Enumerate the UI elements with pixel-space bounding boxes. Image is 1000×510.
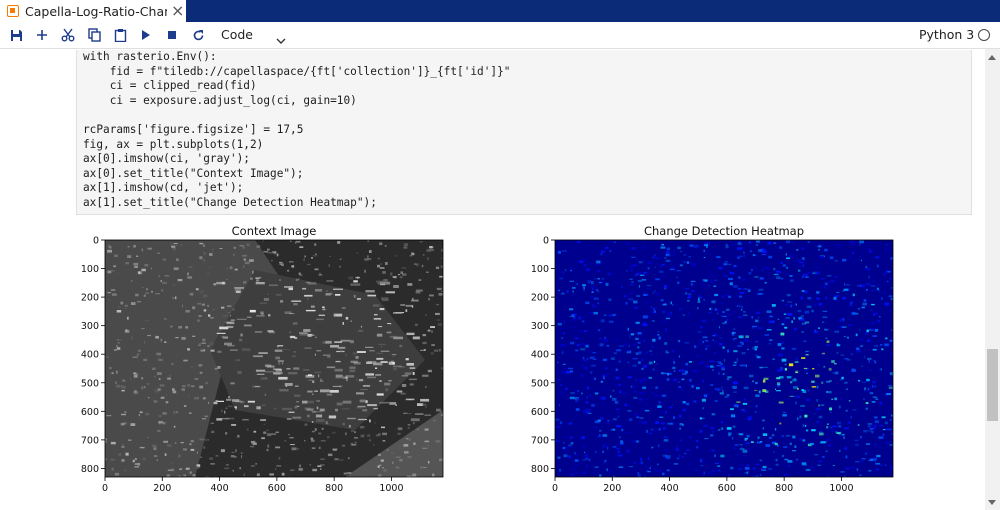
code-line: ax[0].imshow(ci, 'gray'); [83, 152, 250, 166]
kernel-status-icon [978, 29, 990, 41]
x-tick-label: 400 [211, 483, 229, 494]
subplot-change-heatmap: Change Detection Heatmap 0 200 400 600 800 100… [531, 224, 894, 494]
y-tick-label: 100 [531, 264, 549, 275]
notebook-tab[interactable]: Capella-Log-Ratio-Change × [0, 0, 186, 22]
paste-icon[interactable] [111, 26, 129, 44]
code-line: ci = clipped_read(fid) [83, 79, 257, 93]
subplot-context-image: Context Image 0 200 400 600 800 1000 0 100 200 300… [81, 224, 444, 494]
code-line: ax[1].imshow(cd, 'jet'); [83, 181, 244, 195]
y-tick-label: 0 [93, 236, 99, 247]
x-tick-label: 600 [718, 483, 736, 494]
restart-icon[interactable] [189, 26, 207, 44]
add-cell-icon[interactable] [33, 26, 51, 44]
y-tick-label: 600 [531, 407, 549, 418]
chevron-down-icon[interactable] [276, 30, 286, 49]
code-line: fid = f"tiledb://capellaspace/{ft['colle… [83, 64, 511, 78]
y-tick-label: 100 [81, 264, 99, 275]
x-tick-label: 0 [102, 483, 108, 494]
scroll-up-icon[interactable] [988, 55, 996, 60]
kernel-name[interactable]: Python 3 [919, 27, 974, 42]
stop-icon[interactable] [163, 26, 181, 44]
y-tick-label: 400 [81, 350, 99, 361]
x-tick-label: 0 [552, 483, 558, 494]
x-tick-label: 200 [603, 483, 621, 494]
notebook-icon [7, 5, 19, 17]
code-editor[interactable]: with rasterio.Env(): fid = f"tiledb://ca… [83, 50, 510, 211]
scroll-thumb[interactable] [987, 349, 998, 421]
code-line: fig, ax = plt.subplots(1,2) [83, 137, 264, 151]
code-line: ax[0].set_title("Context Image"); [83, 166, 304, 180]
x-tick-label: 800 [775, 483, 793, 494]
image-raster [105, 240, 443, 477]
code-line: ci = exposure.adjust_log(ci, gain=10) [83, 93, 357, 107]
code-line: with rasterio.Env(): [83, 50, 217, 63]
y-tick-label: 500 [531, 378, 549, 389]
y-tick-label: 300 [531, 321, 549, 332]
notebook-toolbar: Code Python 3 [0, 22, 1000, 49]
y-tick-label: 700 [81, 435, 99, 446]
y-tick-label: 200 [81, 293, 99, 304]
scrollbar[interactable] [985, 49, 1000, 510]
close-tab-icon[interactable]: × [171, 3, 184, 19]
scroll-down-icon[interactable] [988, 500, 996, 505]
notebook-window: Capella-Log-Ratio-Change × Code [0, 0, 1000, 510]
code-cell[interactable]: with rasterio.Env(): fid = f"tiledb://ca… [76, 50, 972, 215]
y-tick-label: 600 [81, 407, 99, 418]
x-tick-label: 1000 [379, 483, 403, 494]
figure: Context Image0 200 400 600 800 10000100200300… [81, 224, 894, 494]
x-tick-label: 800 [325, 483, 343, 494]
subplot-title: Context Image [232, 224, 317, 238]
y-tick-label: 0 [543, 236, 549, 247]
cut-icon[interactable] [59, 26, 77, 44]
y-tick-label: 800 [81, 464, 99, 475]
y-tick-label: 800 [531, 464, 549, 475]
image-raster [555, 240, 893, 477]
cell-type-select[interactable]: Code [221, 27, 253, 42]
run-icon[interactable] [137, 26, 155, 44]
x-tick-label: 200 [153, 483, 171, 494]
copy-icon[interactable] [85, 26, 103, 44]
x-tick-label: 600 [268, 483, 286, 494]
x-tick-label: 400 [661, 483, 679, 494]
y-tick-label: 500 [81, 378, 99, 389]
y-tick-label: 400 [531, 350, 549, 361]
subplot-title: Change Detection Heatmap [644, 224, 804, 238]
x-tick-label: 1000 [829, 483, 853, 494]
code-line: ax[1].set_title("Change Detection Heatma… [83, 195, 377, 209]
tab-bar: Capella-Log-Ratio-Change × [0, 0, 1000, 22]
y-tick-label: 300 [81, 321, 99, 332]
save-icon[interactable] [7, 26, 25, 44]
cell-output: Context Image 0 200 400 600 800 1000 0 100 200 300… [0, 218, 985, 510]
y-tick-label: 700 [531, 435, 549, 446]
tab-title: Capella-Log-Ratio-Change [25, 3, 167, 19]
y-tick-label: 200 [531, 293, 549, 304]
code-line: rcParams['figure.figsize'] = 17,5 [83, 122, 304, 136]
